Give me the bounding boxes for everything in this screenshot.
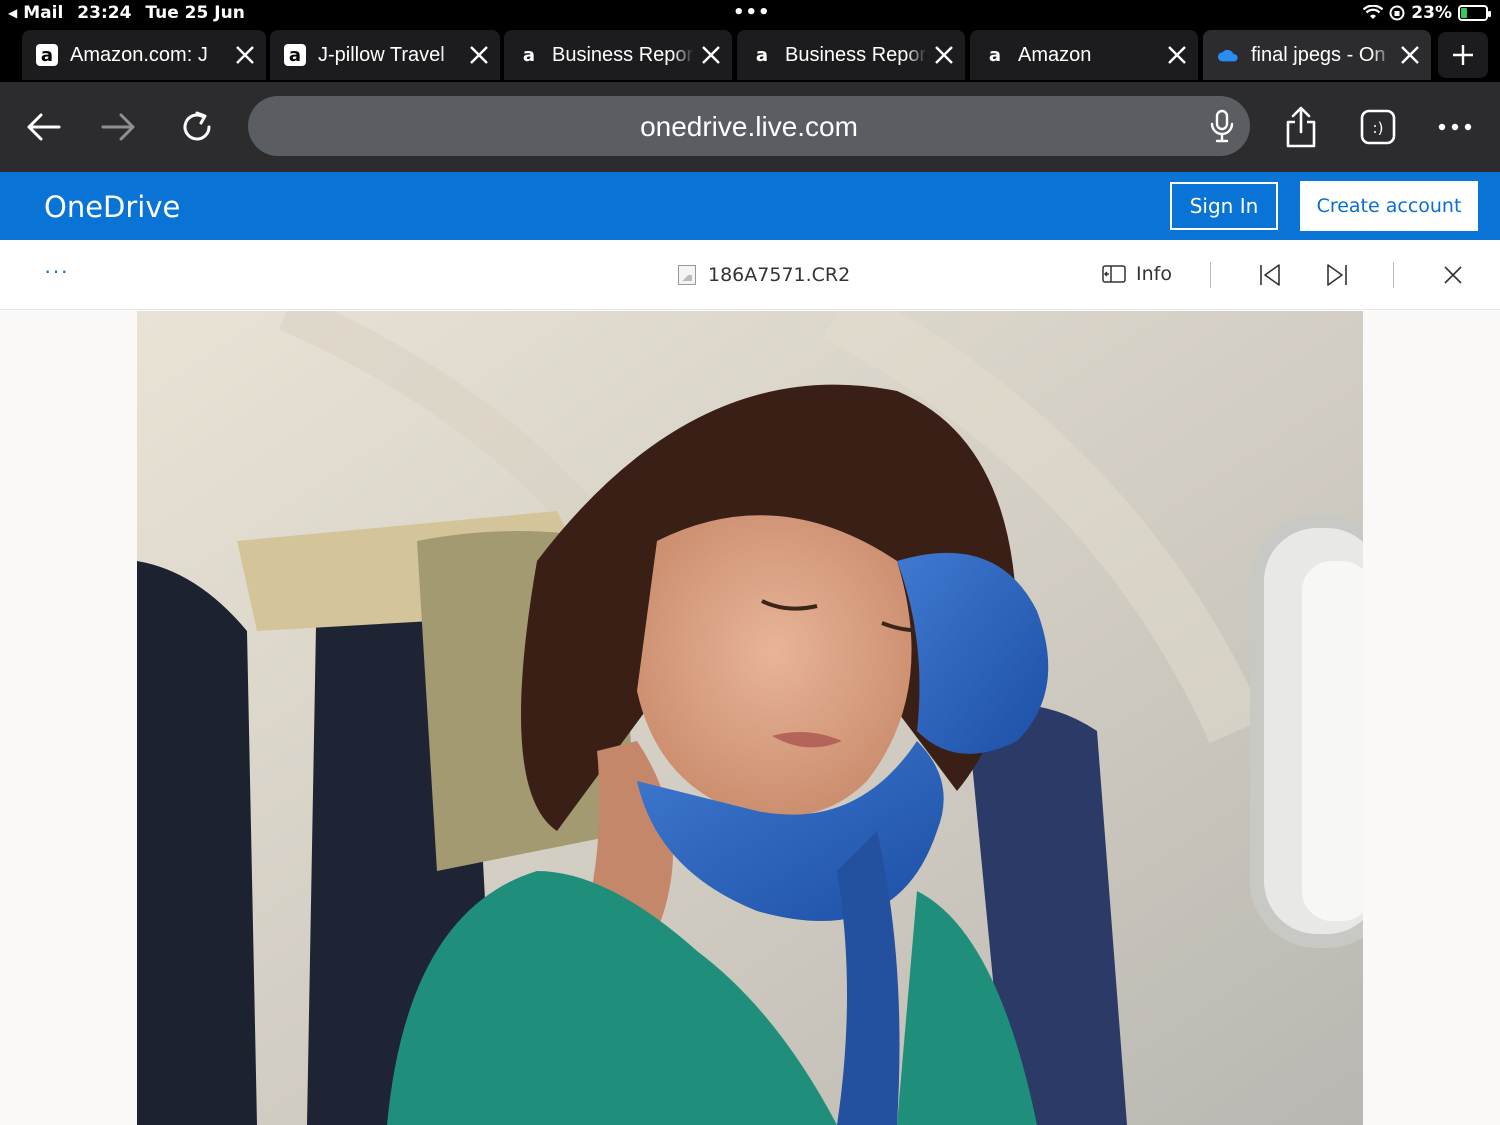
arrow-left-icon	[27, 113, 61, 141]
tab-title: Amazon	[1018, 43, 1092, 66]
new-tab-button[interactable]	[1438, 32, 1488, 78]
next-file-icon[interactable]	[1324, 262, 1350, 288]
onedrive-brand[interactable]: OneDrive	[44, 190, 180, 224]
sign-in-button[interactable]: Sign In	[1170, 182, 1278, 230]
tab-switcher-icon: :)	[1360, 109, 1396, 145]
photo-preview[interactable]	[137, 311, 1363, 1125]
svg-text::): :)	[1373, 119, 1384, 137]
tab-final-jpegs[interactable]: final jpegs - On	[1203, 30, 1431, 80]
create-account-button[interactable]: Create account	[1300, 181, 1478, 231]
tab-title: Amazon.com: J	[70, 43, 208, 66]
multitasking-dots-icon[interactable]: •••	[733, 2, 771, 23]
browser-toolbar: onedrive.live.com :)	[0, 82, 1500, 172]
info-pane-icon	[1102, 265, 1126, 283]
close-tab-icon[interactable]	[1393, 38, 1427, 72]
onedrive-header: OneDrive Sign In Create account	[0, 172, 1500, 240]
close-viewer-icon[interactable]	[1440, 262, 1466, 288]
onedrive-cloud-icon	[1217, 44, 1239, 66]
forward-button[interactable]	[96, 104, 142, 150]
orientation-lock-icon	[1389, 5, 1405, 21]
previous-file-icon[interactable]	[1257, 262, 1283, 288]
more-actions-button[interactable]: ···	[44, 258, 69, 284]
more-dots-icon	[1438, 123, 1472, 131]
amazon-icon: a	[36, 44, 58, 66]
tab-strip: a Amazon.com: J a J-pillow Travel a Busi…	[0, 28, 1500, 82]
close-tab-icon[interactable]	[462, 38, 496, 72]
back-app-label[interactable]: Mail	[23, 3, 63, 23]
status-date: Tue 25 Jun	[145, 3, 245, 23]
url-text[interactable]: onedrive.live.com	[248, 111, 1250, 143]
file-name: 186A7571.CR2	[708, 264, 851, 286]
tab-business-report-2[interactable]: a Business Repor	[737, 30, 965, 80]
info-label: Info	[1136, 263, 1172, 285]
info-button[interactable]: Info	[1102, 263, 1172, 285]
close-tab-icon[interactable]	[694, 38, 728, 72]
tab-amazon-2[interactable]: a Amazon	[970, 30, 1198, 80]
battery-icon	[1458, 5, 1491, 21]
address-bar[interactable]: onedrive.live.com	[248, 96, 1250, 156]
divider	[1393, 262, 1394, 288]
tab-jpillow[interactable]: a J-pillow Travel	[270, 30, 500, 80]
share-icon	[1286, 106, 1316, 148]
status-time: 23:24	[77, 3, 132, 23]
image-file-icon	[678, 265, 696, 285]
tab-title: final jpegs - On	[1251, 43, 1386, 66]
viewer-command-bar: ··· 186A7571.CR2 Info	[0, 240, 1500, 310]
tab-amazon-1[interactable]: a Amazon.com: J	[22, 30, 266, 80]
tab-business-report-1[interactable]: a Business Repor	[504, 30, 732, 80]
share-button[interactable]	[1278, 104, 1324, 150]
reload-icon	[183, 111, 211, 141]
status-bar: ◀ Mail 23:24 Tue 25 Jun ••• 23%	[0, 0, 1500, 28]
amazon-icon: a	[284, 44, 306, 66]
tab-title: J-pillow Travel	[318, 43, 445, 66]
wifi-icon	[1363, 5, 1384, 19]
back-button[interactable]	[20, 104, 66, 150]
microphone-icon[interactable]	[1208, 109, 1236, 143]
plus-icon	[1453, 45, 1473, 65]
battery-percent: 23%	[1411, 3, 1452, 23]
arrow-right-icon	[101, 113, 135, 141]
back-to-app-icon[interactable]: ◀	[8, 6, 17, 20]
more-options-button[interactable]	[1432, 104, 1478, 150]
close-tab-icon[interactable]	[1160, 38, 1194, 72]
tab-title: Business Repor	[552, 43, 694, 66]
reload-button[interactable]	[174, 104, 220, 150]
tab-title: Business Repor	[785, 43, 927, 66]
amazon-icon: a	[755, 44, 769, 66]
photo-airplane-pillow	[137, 311, 1363, 1125]
file-title: 186A7571.CR2	[678, 264, 850, 286]
close-tab-icon[interactable]	[228, 38, 262, 72]
photo-viewer	[0, 311, 1500, 1125]
amazon-icon: a	[988, 44, 1002, 66]
divider	[1210, 262, 1211, 288]
tab-switcher-button[interactable]: :)	[1355, 104, 1401, 150]
amazon-icon: a	[522, 44, 536, 66]
close-tab-icon[interactable]	[927, 38, 961, 72]
